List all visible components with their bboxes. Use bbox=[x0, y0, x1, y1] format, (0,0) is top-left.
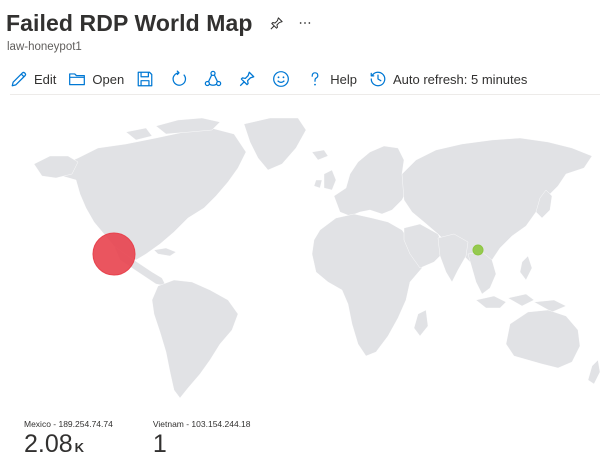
india bbox=[437, 233, 469, 283]
world-map[interactable] bbox=[6, 104, 600, 404]
legend-value-unit: K bbox=[74, 440, 85, 455]
question-icon bbox=[311, 72, 319, 86]
legend-value-number: 2.08 bbox=[24, 430, 73, 458]
tile-header: Failed RDP World Map law-honeypot1 bbox=[6, 6, 600, 53]
legend-value-number: 1 bbox=[152, 430, 167, 458]
folder-icon bbox=[69, 73, 86, 86]
page-title: Failed RDP World Map bbox=[6, 9, 253, 36]
pin-icon[interactable] bbox=[267, 13, 287, 33]
map-bubble-vietnam[interactable] bbox=[472, 244, 484, 256]
uk-ireland bbox=[313, 169, 337, 191]
feedback-button[interactable] bbox=[272, 65, 290, 93]
indonesia bbox=[475, 293, 567, 313]
title-row: Failed RDP World Map bbox=[6, 6, 600, 40]
map-bubble-mexico[interactable] bbox=[92, 232, 136, 276]
pin-icon bbox=[240, 71, 255, 87]
help-label: Help bbox=[330, 71, 357, 87]
save-button[interactable] bbox=[136, 65, 154, 93]
legend-value: 2.08 K bbox=[24, 429, 113, 463]
philippines bbox=[519, 255, 533, 281]
workspace-name: law-honeypot1 bbox=[7, 41, 82, 53]
history-clock-icon bbox=[370, 71, 386, 87]
toolbar: Edit Open Help Auto refresh: 5 minutes bbox=[10, 64, 600, 95]
europe-landmass bbox=[333, 145, 409, 217]
edit-label: Edit bbox=[34, 71, 57, 87]
australia bbox=[505, 309, 581, 369]
legend-label: Mexico - 189.254.74.74 bbox=[24, 419, 113, 429]
legend-item-mexico[interactable]: Mexico - 189.254.74.74 2.08 K bbox=[24, 419, 113, 463]
map-legend: Mexico - 189.254.74.74 2.08 K Vietnam - 1… bbox=[24, 419, 291, 463]
new-zealand bbox=[587, 359, 600, 385]
share-icon bbox=[204, 70, 222, 87]
greenland bbox=[243, 117, 307, 171]
pencil-icon bbox=[11, 71, 27, 87]
save-icon bbox=[137, 71, 153, 87]
open-button[interactable]: Open bbox=[68, 65, 124, 93]
caribbean bbox=[153, 247, 177, 257]
legend-item-vietnam[interactable]: Vietnam - 103.154.244.18 1 bbox=[153, 419, 251, 463]
iceland bbox=[311, 149, 329, 161]
share-button[interactable] bbox=[204, 65, 222, 93]
smiley-icon bbox=[273, 71, 290, 87]
legend-value: 1 bbox=[153, 429, 251, 463]
south-america-landmass bbox=[151, 279, 239, 399]
auto-refresh-label: Auto refresh: 5 minutes bbox=[392, 71, 528, 87]
help-button[interactable]: Help bbox=[306, 65, 357, 93]
north-america-landmass bbox=[49, 127, 247, 261]
refresh-icon bbox=[172, 70, 187, 86]
auto-refresh-button[interactable]: Auto refresh: 5 minutes bbox=[369, 65, 527, 93]
legend-label: Vietnam - 103.154.244.18 bbox=[152, 419, 251, 429]
more-icon[interactable] bbox=[295, 13, 315, 33]
pin-to-dashboard-button[interactable] bbox=[238, 65, 256, 93]
edit-button[interactable]: Edit bbox=[10, 65, 56, 93]
refresh-button[interactable] bbox=[170, 65, 188, 93]
madagascar bbox=[413, 309, 429, 337]
open-label: Open bbox=[92, 71, 125, 87]
world-map-svg[interactable] bbox=[6, 104, 600, 404]
